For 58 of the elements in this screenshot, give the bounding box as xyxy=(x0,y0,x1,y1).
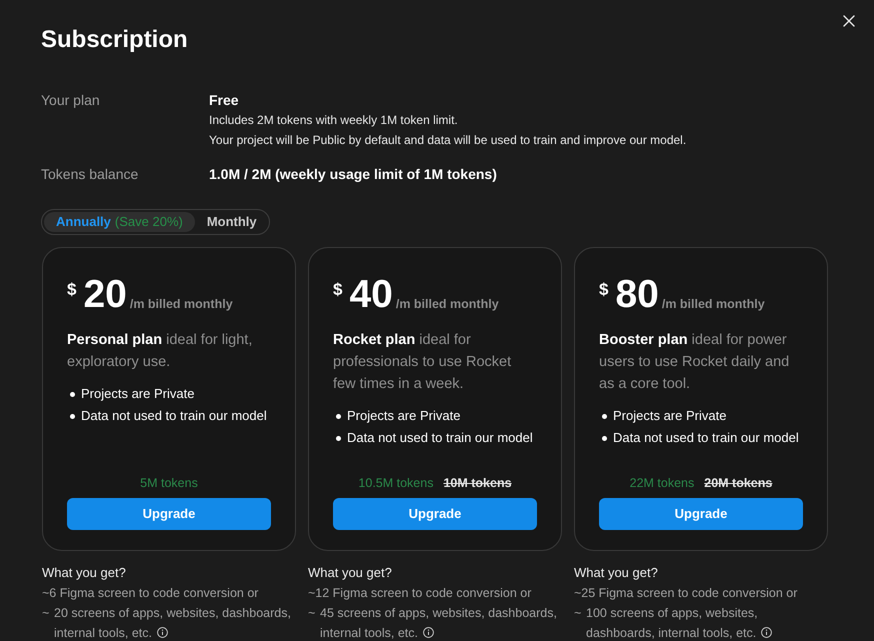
feature-text: Projects are Private xyxy=(347,407,460,425)
price-amount: 80 xyxy=(615,276,659,314)
bullet-icon xyxy=(70,414,75,418)
dialog-title: Subscription xyxy=(41,25,189,55)
bullet-icon xyxy=(336,414,341,418)
billing-period: /m billed monthly xyxy=(130,296,233,312)
benefit-text: 20 screens of apps, websites, dashboards, internal tools, etc. xyxy=(54,605,292,641)
currency-symbol: $ xyxy=(67,280,76,300)
field-label: Your plan xyxy=(41,91,101,110)
field-value: Free xyxy=(209,91,240,110)
info-icon[interactable] xyxy=(761,627,772,638)
info-icon[interactable] xyxy=(422,627,434,638)
field-label: Tokens balance xyxy=(41,165,140,184)
upgrade-button[interactable]: Upgrade xyxy=(67,498,271,530)
plan-description: Personal plan ideal for light, exploratory use. xyxy=(67,331,254,372)
plan-description: Rocket plan ideal for professionals to use Rocket few times in a week. xyxy=(333,331,512,394)
tilde-marker: ~ xyxy=(42,605,50,622)
billing-tab[interactable]: Monthly xyxy=(196,212,267,232)
upgrade-button[interactable]: Upgrade xyxy=(333,498,537,530)
currency-symbol: $ xyxy=(333,280,342,300)
feature-text: Projects are Private xyxy=(81,385,194,403)
info-icon[interactable] xyxy=(156,627,168,638)
close-button[interactable] xyxy=(843,15,855,27)
benefits-title: What you get? xyxy=(574,564,659,582)
tilde-marker: ~ xyxy=(308,605,316,622)
bullet-icon xyxy=(602,414,607,418)
plan-detail: Includes 2M tokens with weekly 1M token limit. xyxy=(209,112,459,129)
feature-text: Data not used to train our model xyxy=(81,407,267,425)
token-amount: 10.5M tokens xyxy=(358,475,434,492)
billing-tab[interactable]: Annually (Save 20%) xyxy=(44,212,195,232)
benefits-title: What you get? xyxy=(308,564,393,582)
benefit-text: ~12 Figma screen to code conversion or xyxy=(308,585,532,602)
price-amount: 20 xyxy=(83,276,127,314)
field-value: 1.0M / 2M (weekly usage limit of 1M tokens) xyxy=(209,165,498,184)
currency-symbol: $ xyxy=(599,280,608,300)
previous-token-amount: 10M tokens xyxy=(443,475,512,492)
plan-detail: Your project will be Public by default and data will be used to train and improve our model. xyxy=(209,132,688,149)
token-amount: 5M tokens xyxy=(140,475,198,492)
benefit-text: 100 screens of apps, websites, dashboards, internal tools, etc. xyxy=(586,603,828,641)
benefit-text: ~25 Figma screen to code conversion or xyxy=(574,585,798,602)
bullet-icon xyxy=(336,436,341,440)
feature-text: Projects are Private xyxy=(613,407,726,425)
benefits-title: What you get? xyxy=(42,564,127,582)
token-amount: 22M tokens xyxy=(630,475,694,492)
plan-description: Booster plan ideal for power users to use Rocket daily and as a core tool. xyxy=(599,331,790,394)
feature-text: Data not used to train our model xyxy=(613,429,799,447)
billing-period: /m billed monthly xyxy=(662,296,765,312)
benefit-text: 45 screens of apps, websites, dashboards, internal tools, etc. xyxy=(320,605,558,641)
bullet-icon xyxy=(70,392,75,396)
upgrade-button[interactable]: Upgrade xyxy=(599,498,803,530)
price-amount: 40 xyxy=(349,276,393,314)
feature-text: Data not used to train our model xyxy=(347,429,533,447)
tilde-marker: ~ xyxy=(574,605,582,622)
previous-token-amount: 20M tokens xyxy=(704,475,772,492)
billing-period: /m billed monthly xyxy=(396,296,499,312)
bullet-icon xyxy=(602,436,607,440)
benefit-text: ~6 Figma screen to code conversion or xyxy=(42,585,260,602)
close-icon xyxy=(843,15,855,27)
